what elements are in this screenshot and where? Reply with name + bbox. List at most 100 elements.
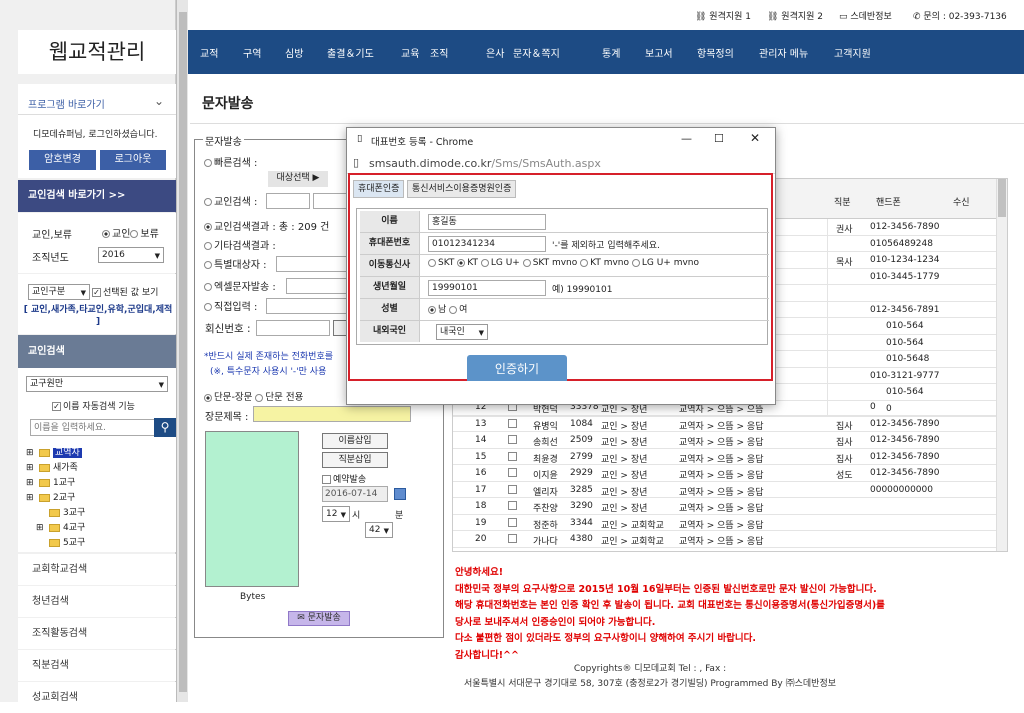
reply-number-input[interactable] — [256, 320, 330, 336]
carrier-radio[interactable] — [522, 258, 531, 267]
target-select-button[interactable]: 대상선택 ▶ — [268, 171, 328, 187]
change-password-button[interactable]: 암호변경 — [29, 150, 96, 170]
table-row[interactable]: 16 이지윤 2929 교인 > 장년 교역자 > 으뜸 > 응답 성도 012-3456-… — [453, 465, 997, 482]
sidebar-link-2[interactable]: 조직활동검색 — [18, 618, 176, 649]
menu-item-11[interactable]: 관리자 메뉴 — [759, 45, 808, 60]
company-link[interactable]: ▭ 스데반정보 — [839, 9, 892, 22]
row-checkbox[interactable] — [508, 550, 517, 551]
sidebar-link-4[interactable]: 성교회검색 — [18, 682, 176, 713]
hour-select[interactable]: 12 — [322, 506, 350, 522]
message-textarea[interactable] — [205, 431, 299, 587]
tree-item[interactable]: ⊞ 교역자 — [26, 446, 85, 461]
row-checkbox[interactable] — [508, 534, 517, 543]
sidebar-link-1[interactable]: 청년검색 — [18, 586, 176, 617]
phone-input[interactable]: 01012341234 — [428, 236, 546, 252]
menu-item-2[interactable]: 심방 — [285, 45, 303, 60]
member-search-shortcut[interactable]: 교인검색 바로가기 >> — [18, 180, 176, 212]
menu-item-9[interactable]: 보고서 — [645, 45, 673, 60]
radio-direct-input[interactable] — [204, 303, 212, 311]
sidebar-link-3[interactable]: 직분검색 — [18, 650, 176, 681]
sidebar-link-0[interactable]: 교회학교검색 — [18, 554, 176, 585]
carrier-radio[interactable] — [480, 258, 489, 267]
carrier-radio[interactable] — [580, 258, 589, 267]
table-scrollbar-thumb[interactable] — [998, 179, 1006, 217]
popup-address-bar[interactable]: ▯ smsauth.dimode.co.kr/Sms/SmsAuth.aspx — [347, 152, 775, 174]
page-scrollbar[interactable] — [176, 0, 188, 702]
remote-support-1-link[interactable]: ⛓ 원격지원 1 — [695, 9, 751, 22]
maximize-icon[interactable]: ☐ — [714, 132, 724, 145]
minute-select[interactable]: 42 — [365, 522, 393, 538]
table-row[interactable]: 17 엘리자 3285 교인 > 장년 교역자 > 으뜸 > 응답 00000000000 — [453, 482, 997, 498]
parish-select[interactable]: 교구원만 — [26, 376, 168, 392]
row-checkbox[interactable] — [508, 418, 517, 428]
menu-item-10[interactable]: 항목정의 — [697, 45, 734, 60]
radio-special-target[interactable] — [204, 261, 212, 269]
table-row[interactable]: 21 최범인 5501 교인 > 장년 교역자 > 으뜸 > 응답 집사 012-3456-… — [453, 548, 997, 551]
tree-item[interactable]: ⊞ 1교구 — [26, 476, 85, 491]
reserve-date-input[interactable]: 2016-07-14 — [322, 486, 388, 502]
calendar-icon[interactable] — [394, 488, 406, 500]
scrollbar-thumb[interactable] — [179, 12, 187, 692]
name-input[interactable]: 홍길동 — [428, 214, 546, 230]
tree-item[interactable]: 3교구 — [26, 506, 85, 521]
program-shortcut-label[interactable]: 프로그램 바로가기 — [28, 96, 105, 111]
name-search-input[interactable] — [30, 419, 155, 436]
menu-item-1[interactable]: 구역 — [243, 45, 261, 60]
radio-member-result[interactable] — [204, 223, 212, 231]
excel-file-field[interactable] — [286, 278, 348, 294]
direct-input-field[interactable] — [266, 298, 348, 314]
menu-item-4[interactable]: 교육 — [401, 45, 419, 60]
menu-item-12[interactable]: 고객지원 — [834, 45, 871, 60]
tree-item[interactable]: 5교구 — [26, 536, 85, 551]
long-title-input[interactable] — [253, 406, 411, 422]
table-row[interactable]: 14 송희선 2509 교인 > 장년 교역자 > 으뜸 > 응답 집사 012-3456-… — [453, 432, 997, 449]
table-row[interactable]: 18 주찬양 3290 교인 > 장년 교역자 > 으뜸 > 응답 — [453, 498, 997, 515]
auto-search-checkbox[interactable]: ✓ — [52, 402, 61, 411]
position-insert-button[interactable]: 직분삽입 — [322, 452, 388, 468]
show-selected-checkbox[interactable]: ✓ — [92, 288, 101, 297]
name-insert-button[interactable]: 이름삽입 — [322, 433, 388, 449]
reserve-checkbox[interactable] — [322, 475, 331, 484]
radio-male[interactable] — [428, 305, 436, 314]
search-icon[interactable]: ⚲ — [154, 418, 176, 437]
radio-member-search[interactable] — [204, 198, 212, 206]
chevron-down-icon[interactable]: ⌄ — [154, 94, 164, 108]
menu-item-8[interactable]: 통계 — [602, 45, 620, 60]
app-logo[interactable]: 웹교적관리 — [18, 30, 176, 74]
menu-item-7[interactable]: 문자＆쪽지 — [513, 45, 560, 60]
member-type-select[interactable]: 교인구분 — [28, 284, 90, 300]
minimize-icon[interactable]: — — [681, 132, 692, 145]
tab-phone-auth[interactable]: 휴대폰인증 — [353, 180, 405, 198]
close-icon[interactable]: ✕ — [750, 131, 760, 145]
menu-item-3[interactable]: 출결＆기도 — [327, 45, 374, 60]
radio-short-long[interactable] — [204, 393, 212, 402]
send-sms-button[interactable]: ✉ 문자발송 — [288, 611, 350, 626]
carrier-radio[interactable] — [631, 258, 640, 267]
carrier-radio[interactable] — [428, 258, 436, 267]
logout-button[interactable]: 로그아웃 — [100, 150, 166, 170]
tab-cert-auth[interactable]: 통신서비스이용증명원인증 — [407, 180, 517, 198]
row-checkbox[interactable] — [508, 451, 517, 461]
row-checkbox[interactable] — [508, 484, 517, 494]
table-row[interactable]: 19 정준하 3344 교인 > 교회학교 교역자 > 으뜸 > 응답 — [453, 515, 997, 531]
member-search-field-2[interactable] — [313, 193, 349, 209]
org-year-select[interactable]: 2016 — [98, 247, 164, 263]
expand-icon[interactable]: ⊞ — [26, 446, 36, 461]
table-scrollbar[interactable] — [996, 179, 1007, 551]
table-row[interactable]: 15 최윤경 2799 교인 > 장년 교역자 > 으뜸 > 응답 집사 012-3456-… — [453, 449, 997, 465]
radio-hold[interactable] — [130, 230, 139, 238]
radio-member[interactable] — [102, 230, 110, 238]
radio-short-only[interactable] — [255, 393, 264, 402]
tree-item[interactable]: ⊞ 2교구 — [26, 491, 85, 506]
row-checkbox[interactable] — [508, 468, 517, 477]
table-row[interactable]: 20 가나다 4380 교인 > 교회학교 교역자 > 으뜸 > 응답 — [453, 531, 997, 548]
expand-icon[interactable]: ⊞ — [26, 461, 36, 476]
expand-icon[interactable]: ⊞ — [36, 521, 46, 536]
carrier-radio[interactable] — [457, 258, 466, 267]
tree-item[interactable]: ⊞ 새가족 — [26, 461, 85, 476]
menu-item-6[interactable]: 은사 — [486, 45, 504, 60]
table-row[interactable]: 13 유병익 1084 교인 > 장년 교역자 > 으뜸 > 응답 집사 012-3456-… — [453, 416, 997, 432]
nation-select[interactable]: 내국인 — [436, 324, 488, 340]
auth-submit-button[interactable]: 인증하기 — [467, 355, 567, 381]
radio-female[interactable] — [449, 305, 458, 314]
